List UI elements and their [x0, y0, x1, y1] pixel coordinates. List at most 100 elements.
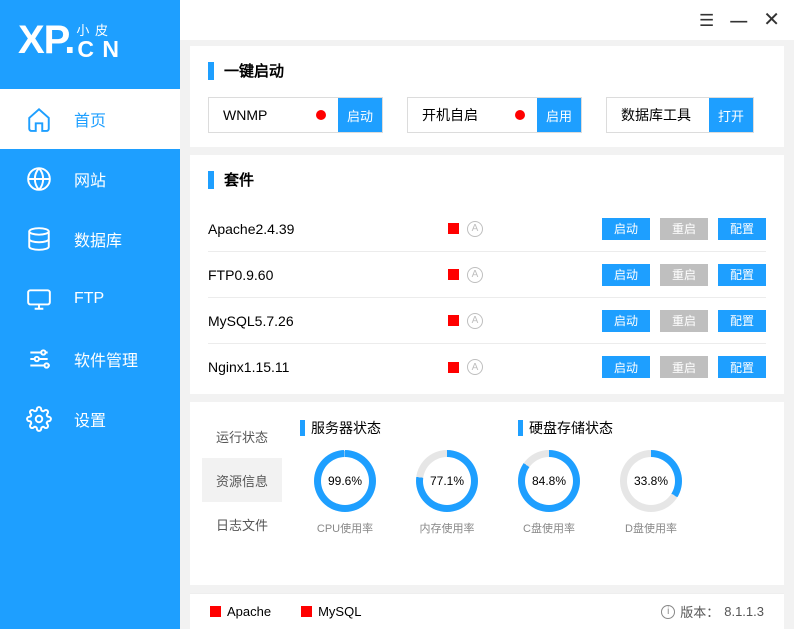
status-square-icon — [448, 223, 459, 234]
quick-button[interactable]: 打开 — [709, 98, 753, 132]
autostart-icon[interactable]: A — [467, 267, 483, 283]
config-button[interactable]: 配置 — [718, 264, 766, 286]
quick-button[interactable]: 启用 — [537, 98, 581, 132]
suite-status: A — [448, 221, 518, 237]
suite-name: Apache2.4.39 — [208, 221, 448, 237]
config-button[interactable]: 配置 — [718, 356, 766, 378]
gear-icon — [26, 406, 52, 432]
sidebar-item-database[interactable]: 数据库 — [0, 209, 180, 269]
database-icon — [26, 226, 52, 252]
status-tab[interactable]: 日志文件 — [202, 502, 282, 546]
config-button[interactable]: 配置 — [718, 310, 766, 332]
suite-row: MySQL5.7.26 A 启动重启配置 — [208, 298, 766, 344]
gauge-label: C盘使用率 — [523, 520, 575, 536]
quick-label: 数据库工具 — [621, 105, 691, 125]
status-square-icon — [301, 606, 312, 617]
status-tabs: 运行状态资源信息日志文件 — [202, 414, 282, 573]
sliders-icon — [26, 346, 52, 372]
gauge-value: 84.8% — [525, 457, 573, 505]
gauges: 99.6%CPU使用率 77.1% 内存使用率 84.8% C盘使用率 33.8% D盘使用… — [300, 450, 766, 536]
gauge-value: 99.6% — [321, 457, 369, 505]
restart-button[interactable]: 重启 — [660, 264, 708, 286]
status-head-disk: 硬盘存储状态 — [518, 418, 613, 438]
gauge: 77.1% 内存使用率 — [416, 450, 478, 536]
gauge-ring-icon: 77.1% — [416, 450, 478, 512]
section-title-label: 套件 — [224, 169, 254, 190]
gauge-label: 内存使用率 — [420, 520, 475, 536]
monitor-icon — [26, 286, 52, 312]
quick-box-0: WNMP 启动 — [208, 97, 383, 133]
start-button[interactable]: 启动 — [602, 264, 650, 286]
quick-label: 开机自启 — [422, 105, 478, 125]
section-title-label: 一键启动 — [224, 60, 284, 81]
logo: XP. 小 皮 C N — [0, 0, 180, 89]
sidebar-item-gear[interactable]: 设置 — [0, 389, 180, 449]
sidebar-item-label: 设置 — [74, 407, 106, 431]
suite-status: A — [448, 267, 518, 283]
logo-sub-bottom: C N — [77, 36, 120, 63]
quick-start-panel: 一键启动 WNMP 启动 开机自启 启用 数据库工具打开 — [190, 46, 784, 147]
gauge-ring-icon: 99.6% — [314, 450, 376, 512]
menu-icon[interactable]: ☰ — [699, 12, 714, 29]
sidebar-item-monitor[interactable]: FTP — [0, 269, 180, 329]
status-dot-icon — [515, 110, 525, 120]
status-tab[interactable]: 运行状态 — [202, 414, 282, 458]
content: 一键启动 WNMP 启动 开机自启 启用 数据库工具打开 套件 Apache2.4.39… — [180, 40, 794, 629]
section-title-quickstart: 一键启动 — [208, 60, 766, 81]
suite-name: MySQL5.7.26 — [208, 313, 448, 329]
blue-bar-icon — [518, 420, 523, 436]
status-tab[interactable]: 资源信息 — [202, 458, 282, 502]
globe-icon — [26, 166, 52, 192]
gauge-label: D盘使用率 — [625, 520, 677, 536]
config-button[interactable]: 配置 — [718, 218, 766, 240]
start-button[interactable]: 启动 — [602, 310, 650, 332]
footer: Apache MySQL i 版本： 8.1.1.3 — [190, 593, 784, 629]
version[interactable]: i 版本： 8.1.1.3 — [661, 602, 764, 621]
suite-name: Nginx1.15.11 — [208, 359, 448, 375]
status-head-label: 服务器状态 — [311, 418, 381, 438]
gauge-ring-icon: 33.8% — [620, 450, 682, 512]
sidebar-item-sliders[interactable]: 软件管理 — [0, 329, 180, 389]
footer-service: MySQL — [301, 604, 361, 619]
status-head-label: 硬盘存储状态 — [529, 418, 613, 438]
suite-list: Apache2.4.39A启动重启配置FTP0.9.60A启动重启配置MySQL… — [208, 206, 766, 390]
sidebar-item-label: 数据库 — [74, 227, 122, 251]
sidebar-item-label: 网站 — [74, 167, 106, 191]
sidebar-item-globe[interactable]: 网站 — [0, 149, 180, 209]
quick-button[interactable]: 启动 — [338, 98, 382, 132]
start-button[interactable]: 启动 — [602, 356, 650, 378]
status-square-icon — [448, 315, 459, 326]
autostart-icon[interactable]: A — [467, 221, 483, 237]
minimize-icon[interactable]: — — [730, 12, 747, 29]
quick-label: WNMP — [223, 107, 267, 123]
autostart-icon[interactable]: A — [467, 359, 483, 375]
close-icon[interactable]: ✕ — [763, 10, 780, 30]
main: ☰ — ✕ 一键启动 WNMP 启动 开机自启 启用 数据库工具打开 套件 Apache… — [180, 0, 794, 629]
status-square-icon — [448, 269, 459, 280]
gauge: 99.6%CPU使用率 — [314, 450, 376, 536]
autostart-icon[interactable]: A — [467, 313, 483, 329]
version-value: 8.1.1.3 — [724, 604, 764, 619]
suite-row: Apache2.4.39 A 启动重启配置 — [208, 206, 766, 252]
suite-panel: 套件 Apache2.4.39A启动重启配置FTP0.9.60A启动重启配置My… — [190, 155, 784, 394]
sidebar-item-label: 软件管理 — [74, 347, 138, 371]
sidebar-item-label: 首页 — [74, 107, 106, 131]
suite-row: FTP0.9.60A启动重启配置 — [208, 252, 766, 298]
gauge: 33.8% D盘使用率 — [620, 450, 682, 536]
footer-service: Apache — [210, 604, 271, 619]
status-dot-icon — [316, 110, 326, 120]
blue-bar-icon — [208, 62, 214, 80]
status-body: 服务器状态 硬盘存储状态 99.6%CPU使用率 77.1% 内存使用率 84.8% C… — [282, 414, 784, 573]
blue-bar-icon — [208, 171, 214, 189]
restart-button[interactable]: 重启 — [660, 310, 708, 332]
footer-service-label: Apache — [227, 604, 271, 619]
restart-button[interactable]: 重启 — [660, 218, 708, 240]
version-label: 版本： — [680, 602, 719, 621]
restart-button[interactable]: 重启 — [660, 356, 708, 378]
suite-row: Nginx1.15.11 A 启动重启配置 — [208, 344, 766, 390]
footer-service-label: MySQL — [318, 604, 361, 619]
suite-status: A — [448, 313, 518, 329]
start-button[interactable]: 启动 — [602, 218, 650, 240]
sidebar-item-home[interactable]: 首页 — [0, 89, 180, 149]
status-heads: 服务器状态 硬盘存储状态 — [300, 418, 766, 438]
